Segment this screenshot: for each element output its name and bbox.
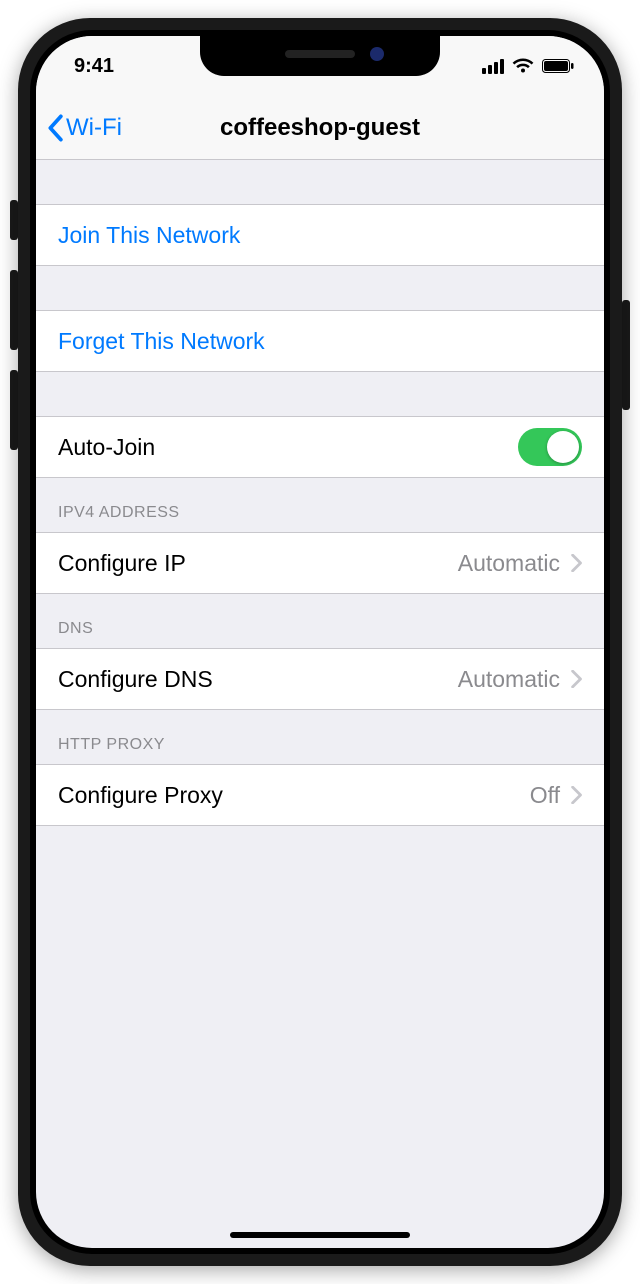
home-indicator[interactable] [230, 1232, 410, 1238]
battery-icon [542, 59, 574, 73]
auto-join-row: Auto-Join [36, 416, 604, 478]
wifi-icon [512, 58, 534, 74]
configure-proxy-row[interactable]: Configure Proxy Off [36, 764, 604, 826]
notch [200, 36, 440, 76]
status-time: 9:41 [74, 55, 114, 78]
configure-dns-label: Configure DNS [58, 666, 213, 693]
dns-header: DNS [36, 594, 604, 648]
chevron-left-icon [46, 114, 64, 142]
screen: 9:41 [36, 36, 604, 1248]
forget-network-button[interactable]: Forget This Network [36, 310, 604, 372]
configure-dns-row[interactable]: Configure DNS Automatic [36, 648, 604, 710]
chevron-right-icon [570, 786, 582, 804]
forget-network-label: Forget This Network [58, 328, 265, 355]
auto-join-toggle[interactable] [518, 428, 582, 466]
back-label: Wi-Fi [66, 114, 122, 142]
join-network-label: Join This Network [58, 222, 240, 249]
chevron-right-icon [570, 554, 582, 572]
back-button[interactable]: Wi-Fi [46, 96, 122, 159]
configure-ip-label: Configure IP [58, 550, 186, 577]
configure-ip-row[interactable]: Configure IP Automatic [36, 532, 604, 594]
ipv4-header: IPV4 ADDRESS [36, 478, 604, 532]
proxy-header: HTTP PROXY [36, 710, 604, 764]
phone-frame: 9:41 [18, 18, 622, 1266]
configure-dns-value: Automatic [458, 666, 560, 693]
join-network-button[interactable]: Join This Network [36, 204, 604, 266]
cellular-signal-icon [482, 59, 504, 74]
configure-proxy-label: Configure Proxy [58, 782, 223, 809]
content: Join This Network Forget This Network Au… [36, 160, 604, 1248]
configure-proxy-value: Off [530, 782, 560, 809]
configure-ip-value: Automatic [458, 550, 560, 577]
chevron-right-icon [570, 670, 582, 688]
nav-bar: Wi-Fi coffeeshop-guest [36, 96, 604, 160]
page-title: coffeeshop-guest [220, 114, 420, 142]
auto-join-label: Auto-Join [58, 434, 155, 461]
